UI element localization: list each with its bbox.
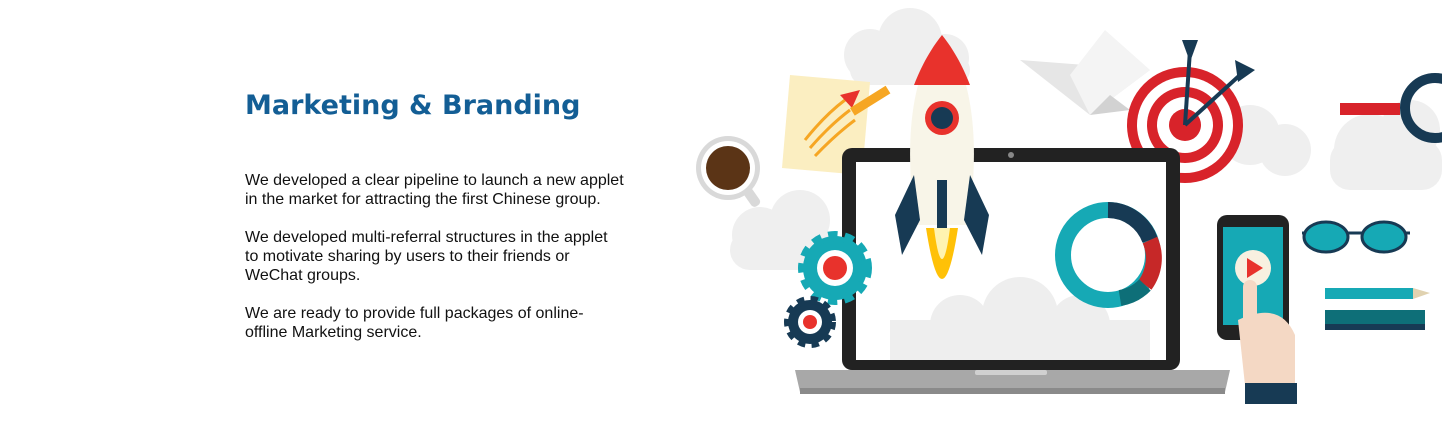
paragraph-referral: We developed multi-referral structures i… [245, 229, 608, 284]
section-title: Marketing & Branding [245, 90, 581, 121]
marketing-branding-section: Marketing & Branding We developed a clea… [0, 0, 1442, 444]
paragraph-packages: We are ready to provide full packages of… [245, 305, 584, 341]
paper-plane-icon [1020, 30, 1150, 115]
glasses-icon [1302, 220, 1410, 254]
text-column: Marketing & Branding We developed a clea… [245, 88, 625, 342]
marketing-illustration [696, 8, 1442, 404]
coffee-cup-icon [696, 136, 761, 207]
paragraph-pipeline: We developed a clear pipeline to launch … [245, 172, 624, 208]
pen-icon [1325, 288, 1430, 330]
